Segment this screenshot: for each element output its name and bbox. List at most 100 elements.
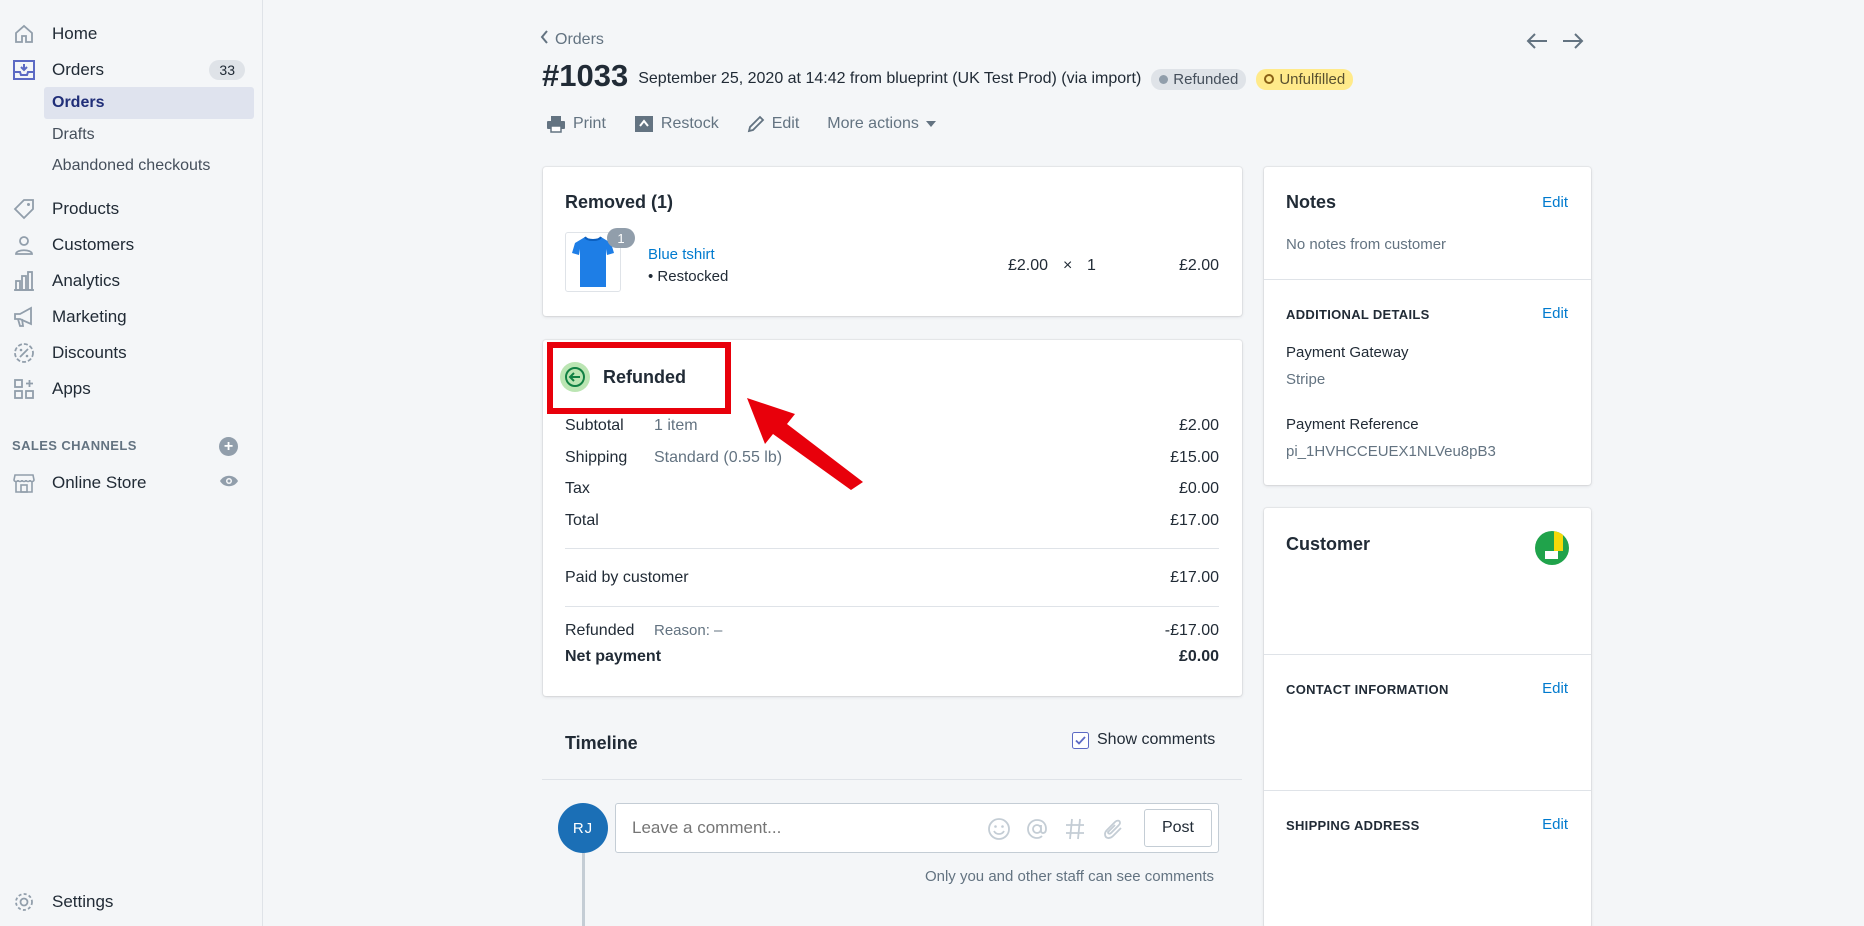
emoji-icon[interactable] [987, 817, 1011, 846]
mention-icon[interactable] [1025, 817, 1049, 846]
product-link[interactable]: Blue tshirt [648, 246, 715, 263]
post-button[interactable]: Post [1144, 809, 1212, 847]
checkbox-checked-icon [1072, 731, 1089, 749]
add-sales-channel-icon[interactable]: + [219, 437, 238, 456]
avatar-accent-mark [1554, 531, 1563, 551]
refund-divider [565, 548, 1219, 549]
nav-orders[interactable]: Orders 33 [0, 54, 263, 86]
paid-row: Paid by customer £17.00 [565, 569, 1219, 587]
pencil-icon [747, 115, 764, 133]
shipping-label: Shipping [565, 449, 628, 466]
sidebar-sub-drafts[interactable]: Drafts [44, 119, 254, 151]
nav-apps[interactable]: Apps [0, 373, 263, 405]
edit-label: Edit [771, 115, 800, 132]
nav-home-label: Home [52, 24, 98, 43]
nav-products[interactable]: Products [0, 193, 263, 225]
sidebar: Home Orders 33 Orders Drafts Abandoned c… [0, 0, 263, 926]
shipping-address-edit-link[interactable]: Edit [1542, 816, 1568, 833]
net-payment-row: Net payment £0.00 [565, 648, 1219, 666]
sidebar-sub-orders[interactable]: Orders [44, 87, 254, 119]
print-button[interactable]: Print [546, 115, 606, 133]
total-value: £17.00 [1170, 512, 1219, 529]
tax-label: Tax [565, 480, 590, 497]
person-icon [12, 233, 36, 257]
orders-count-badge: 33 [209, 60, 245, 80]
subtotal-label: Subtotal [565, 417, 624, 434]
nav-discounts[interactable]: Discounts [0, 337, 263, 369]
more-actions-button[interactable]: More actions [827, 115, 936, 133]
sidebar-sub-abandoned-checkouts[interactable]: Abandoned checkouts [44, 150, 254, 182]
payment-reference-value: pi_1HVHCCEUEX1NLVeu8pB3 [1286, 443, 1496, 460]
comment-input-box: Post [615, 803, 1219, 853]
additional-details-title: ADDITIONAL DETAILS [1286, 307, 1430, 322]
staff-note: Only you and other staff can see comment… [924, 868, 1214, 885]
quantity-badge: 1 [607, 228, 635, 248]
print-label: Print [573, 115, 606, 132]
tax-row: Tax £0.00 [565, 480, 1219, 498]
fulfillment-status-label: Unfulfilled [1279, 70, 1346, 88]
net-payment-label: Net payment [565, 648, 662, 665]
gear-icon [12, 890, 36, 914]
nav-marketing[interactable]: Marketing [0, 301, 263, 333]
eye-icon[interactable] [219, 473, 239, 493]
total-label: Total [565, 512, 599, 529]
chevron-left-icon [540, 30, 549, 49]
nav-discounts-label: Discounts [52, 343, 127, 362]
net-payment-value: £0.00 [1178, 648, 1219, 665]
apps-icon [12, 377, 36, 401]
nav-settings[interactable]: Settings [0, 886, 263, 918]
paid-value: £17.00 [1170, 569, 1219, 586]
refund-reason: Reason: – [654, 622, 723, 639]
sales-channels-label: SALES CHANNELS [12, 438, 137, 453]
restock-label: Restock [660, 115, 719, 132]
store-icon [12, 471, 36, 495]
contact-information-title: CONTACT INFORMATION [1286, 682, 1449, 697]
refund-divider [565, 606, 1219, 607]
nav-analytics[interactable]: Analytics [0, 265, 263, 297]
product-restocked-note: • Restocked [648, 268, 729, 285]
order-number: #1033 [542, 58, 629, 93]
nav-apps-label: Apps [52, 379, 91, 398]
home-icon [12, 22, 36, 46]
orders-icon [12, 58, 36, 82]
nav-customers[interactable]: Customers [0, 229, 263, 261]
fulfillment-status-badge: Unfulfilled [1256, 68, 1354, 90]
breadcrumb[interactable]: Orders [540, 30, 604, 49]
unit-price: £2.00 [1008, 257, 1049, 274]
removed-items-card: Removed (1) 1 Blue tshirt • Restocked £2… [543, 167, 1242, 316]
additional-details-edit-link[interactable]: Edit [1542, 305, 1568, 322]
edit-button[interactable]: Edit [747, 115, 800, 133]
payment-reference-label: Payment Reference [1286, 416, 1419, 433]
comment-input[interactable] [632, 816, 962, 840]
breadcrumb-label: Orders [555, 30, 604, 48]
timeline-line [582, 853, 585, 926]
annotation-arrow-icon [747, 398, 863, 490]
customer-divider [1264, 790, 1591, 791]
attachment-icon[interactable] [1101, 817, 1125, 846]
next-order-arrow-icon[interactable] [1562, 30, 1584, 56]
order-meta: September 25, 2020 at 14:42 from bluepri… [638, 70, 1142, 87]
highlight-box [547, 342, 731, 414]
bar-chart-icon [12, 269, 36, 293]
refund-label: Refunded [565, 622, 635, 639]
customer-card: Customer CONTACT INFORMATION Edit SHIPPI… [1264, 508, 1591, 926]
restock-button[interactable]: Restock [634, 115, 719, 133]
tag-icon [12, 197, 36, 221]
nav-settings-label: Settings [52, 892, 114, 911]
status-ring-icon [1264, 74, 1275, 84]
restock-icon [634, 116, 653, 132]
notes-edit-link[interactable]: Edit [1542, 194, 1568, 211]
refund-value: -£17.00 [1164, 622, 1219, 639]
nav-marketing-label: Marketing [52, 307, 127, 326]
contact-information-edit-link[interactable]: Edit [1542, 680, 1568, 697]
nav-online-store[interactable]: Online Store [0, 467, 263, 499]
avatar: RJ [558, 803, 608, 853]
removed-title: Removed (1) [565, 192, 674, 212]
nav-home[interactable]: Home [0, 18, 263, 50]
refund-row: Refunded Reason: – -£17.00 [565, 622, 1219, 640]
previous-order-arrow-icon[interactable] [1526, 30, 1548, 56]
total-row: Total £17.00 [565, 512, 1219, 530]
hashtag-icon[interactable] [1063, 817, 1087, 846]
payment-gateway-value: Stripe [1286, 371, 1326, 388]
show-comments-checkbox[interactable]: Show comments [1072, 731, 1215, 749]
